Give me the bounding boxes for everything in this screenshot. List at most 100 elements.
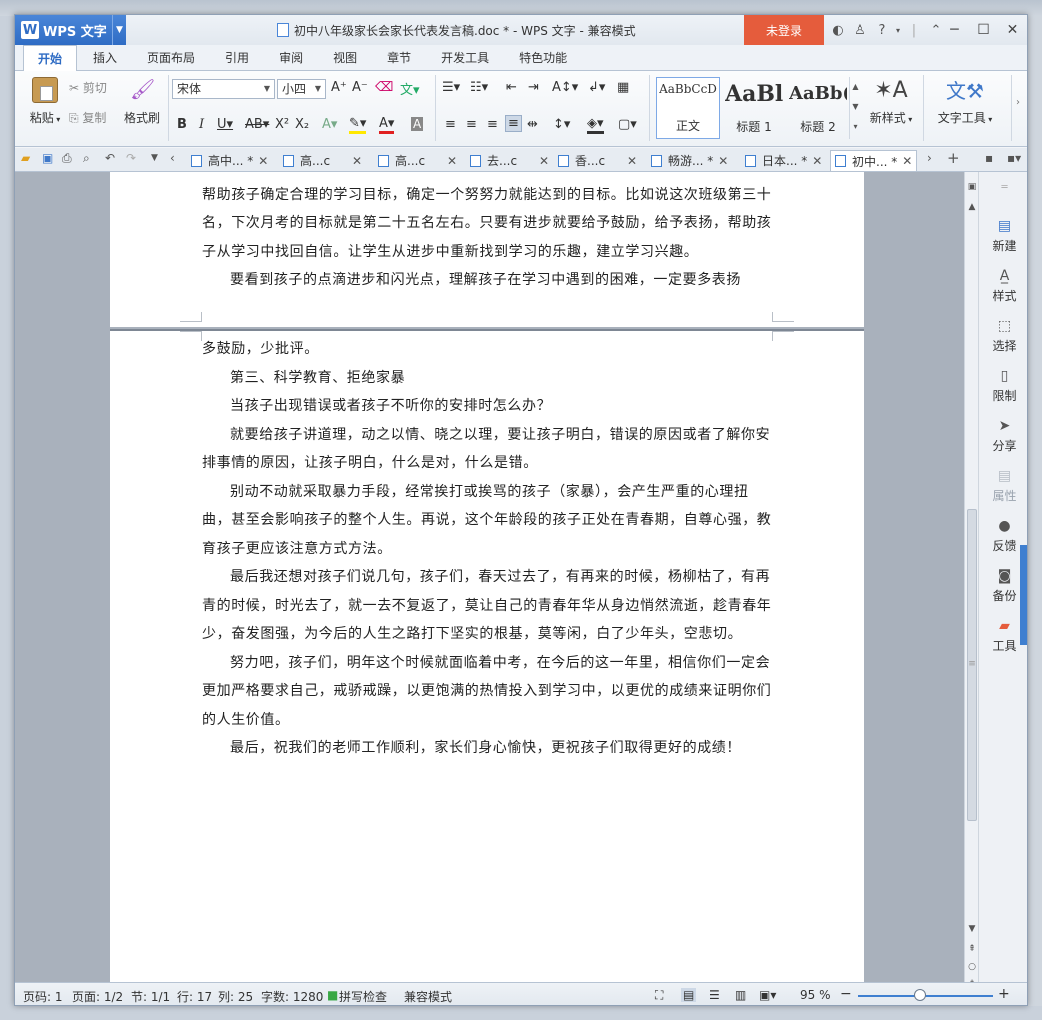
pane-grip-icon[interactable]: ═ xyxy=(979,182,1027,193)
close-icon[interactable]: ✕ xyxy=(352,154,362,168)
zoom-in-icon[interactable]: + xyxy=(998,986,1010,1002)
browse-object-icon[interactable]: ○ xyxy=(965,962,979,972)
scroll-down-icon[interactable]: ▼ xyxy=(965,924,979,934)
tab-review[interactable]: 审阅 xyxy=(265,45,317,71)
shrink-font-icon[interactable]: A⁻ xyxy=(352,80,368,95)
ribbon-more-icon[interactable]: › xyxy=(1016,97,1020,108)
style-heading-2[interactable]: AaBb( 标题 2 xyxy=(787,77,849,139)
save-icon[interactable]: ▣ xyxy=(42,151,53,165)
text-effect-icon[interactable]: A▾ xyxy=(322,117,337,132)
close-icon[interactable]: ✕ xyxy=(539,154,549,168)
print-icon[interactable]: ⎙ xyxy=(62,151,72,166)
doc-tab[interactable]: 日本... * ✕ xyxy=(745,150,822,171)
app-menu-button[interactable]: W WPS 文字 ▼ xyxy=(15,15,126,45)
subscript-icon[interactable]: X₂ xyxy=(295,117,309,132)
close-icon[interactable]: ✕ xyxy=(812,154,822,168)
increase-indent-icon[interactable]: ⇥ xyxy=(528,80,539,95)
distributed-icon[interactable]: ⇹ xyxy=(527,117,538,132)
outline-view-icon[interactable]: ☰ xyxy=(709,988,720,1002)
line-spacing-icon[interactable]: ↕▾ xyxy=(553,117,570,132)
vertical-scrollbar[interactable]: ▣ ▲ ≡ ▼ ⇞ ○ ⇟ xyxy=(964,172,979,989)
document-area[interactable]: 这些都掌握之后，就要帮孩子分析原因，根据原因调整孩子的学习方式或学习方法。帮助孩… xyxy=(15,172,964,982)
doc-tab[interactable]: 去...c ✕ xyxy=(470,150,549,171)
tab-developer[interactable]: 开发工具 xyxy=(427,45,503,71)
doc-tab[interactable]: 高...c ✕ xyxy=(378,150,457,171)
table-grid-icon[interactable]: ▦ xyxy=(617,80,629,95)
task-style[interactable]: A̲ 样式 xyxy=(979,268,1027,304)
tab-section[interactable]: 章节 xyxy=(373,45,425,71)
skin-icon[interactable]: ◐ xyxy=(827,23,849,38)
highlight-icon[interactable]: ✎▾ xyxy=(349,117,367,134)
numbered-list-icon[interactable]: ☷▾ xyxy=(470,80,488,95)
asian-layout-icon[interactable]: A↕▾ xyxy=(552,80,578,95)
shirt-icon[interactable]: ♙ xyxy=(849,23,871,38)
cut-button[interactable]: ✂ 剪切 xyxy=(69,79,107,96)
align-left-icon[interactable]: ≡ xyxy=(445,117,456,132)
italic-icon[interactable]: I xyxy=(199,117,204,132)
tab-scroll-left-icon[interactable]: ‹ xyxy=(170,151,175,165)
underline-icon[interactable]: U▾ xyxy=(217,117,233,132)
superscript-icon[interactable]: X² xyxy=(275,117,289,132)
tab-insert[interactable]: 插入 xyxy=(79,45,131,71)
paste-button[interactable]: 粘贴 ▾ xyxy=(25,77,65,126)
font-name-select[interactable]: 宋体 ▼ xyxy=(172,79,275,99)
web-view-icon[interactable]: ▥ xyxy=(735,988,746,1002)
doc-tab-active[interactable]: 初中... * ✕ xyxy=(830,150,918,171)
new-style-button[interactable]: ✶A 新样式 ▾ xyxy=(865,77,917,126)
full-screen-icon[interactable]: ⛶ xyxy=(655,988,663,1003)
page-2[interactable]: 多鼓励，少批评。 第三、科学教育、拒绝家暴 当孩子出现错误或者孩子不听你的安排时… xyxy=(110,331,864,982)
page-view-icon[interactable]: ▤ xyxy=(681,988,697,1002)
decrease-indent-icon[interactable]: ⇤ xyxy=(506,80,517,95)
phonetic-guide-icon[interactable]: 文▾ xyxy=(400,79,420,98)
page-1[interactable]: 这些都掌握之后，就要帮孩子分析原因，根据原因调整孩子的学习方式或学习方法。帮助孩… xyxy=(110,172,864,327)
tab-references[interactable]: 引用 xyxy=(211,45,263,71)
close-icon[interactable]: ✕ xyxy=(998,15,1027,45)
help-icon[interactable]: ? xyxy=(871,23,893,38)
previous-page-icon[interactable]: ⇞ xyxy=(965,944,979,954)
chevron-down-icon[interactable]: ▼ xyxy=(112,15,126,45)
borders-icon[interactable]: ▢▾ xyxy=(618,117,637,132)
task-share[interactable]: ➤ 分享 xyxy=(979,418,1027,454)
doc-tab[interactable]: 香...c ✕ xyxy=(558,150,637,171)
maximize-icon[interactable]: ☐ xyxy=(969,15,998,45)
customize-toolbar-icon[interactable]: ▼ xyxy=(151,153,158,163)
align-right-icon[interactable]: ≡ xyxy=(487,117,498,132)
style-normal[interactable]: AaBbCcD 正文 xyxy=(656,77,720,139)
minimize-icon[interactable]: ─ xyxy=(940,15,969,45)
task-select[interactable]: ⬚ 选择 xyxy=(979,318,1027,354)
align-center-icon[interactable]: ≡ xyxy=(466,117,477,132)
task-new[interactable]: ▤ 新建 xyxy=(979,218,1027,254)
status-page[interactable]: 页面: 1/2 xyxy=(72,988,123,1005)
font-size-select[interactable]: 小四 ▼ xyxy=(277,79,326,99)
status-word-count[interactable]: 字数: 1280 xyxy=(261,988,323,1005)
login-button[interactable]: 未登录 xyxy=(744,15,824,45)
style-heading-1[interactable]: AaBl 标题 1 xyxy=(723,77,785,139)
justify-icon[interactable]: ≡ xyxy=(505,115,522,132)
doc-tab[interactable]: 高中... * ✕ xyxy=(191,150,268,171)
tab-view[interactable]: 视图 xyxy=(319,45,371,71)
redo-icon[interactable]: ↷ xyxy=(126,151,136,165)
status-spell-check[interactable]: 拼写检查 xyxy=(339,988,387,1005)
zoom-slider-knob[interactable] xyxy=(914,989,926,1001)
print-preview-icon[interactable]: ⌕ xyxy=(83,151,90,166)
help-dropdown-icon[interactable]: ▾ xyxy=(893,26,903,35)
doc-tab[interactable]: 高...c ✕ xyxy=(283,150,362,171)
status-page-code[interactable]: 页码: 1 xyxy=(23,988,63,1005)
zoom-level[interactable]: 95 % xyxy=(800,988,831,1002)
char-shading-icon[interactable]: A xyxy=(411,117,424,131)
tab-special-features[interactable]: 特色功能 xyxy=(505,45,581,71)
tab-page-layout[interactable]: 页面布局 xyxy=(133,45,209,71)
open-folder-icon[interactable]: ▰ xyxy=(21,151,30,165)
task-pane-handle[interactable] xyxy=(1020,545,1027,645)
format-painter-button[interactable]: 🖌 格式刷 xyxy=(119,77,165,126)
task-restrict[interactable]: ▯ 限制 xyxy=(979,368,1027,404)
style-gallery-scroll[interactable]: ▲ ▼ ▾ xyxy=(849,77,861,139)
close-icon[interactable]: ✕ xyxy=(627,154,637,168)
copy-button[interactable]: ⎘ 复制 xyxy=(69,109,106,126)
font-color-icon[interactable]: A▾ xyxy=(379,117,395,134)
close-icon[interactable]: ✕ xyxy=(447,154,457,168)
ruler-toggle-icon[interactable]: ▣ xyxy=(965,182,979,192)
doc-tab[interactable]: 畅游... * ✕ xyxy=(651,150,728,171)
tab-scroll-right-icon[interactable]: › xyxy=(927,151,932,165)
strikethrough-icon[interactable]: AB▾ xyxy=(245,117,269,132)
